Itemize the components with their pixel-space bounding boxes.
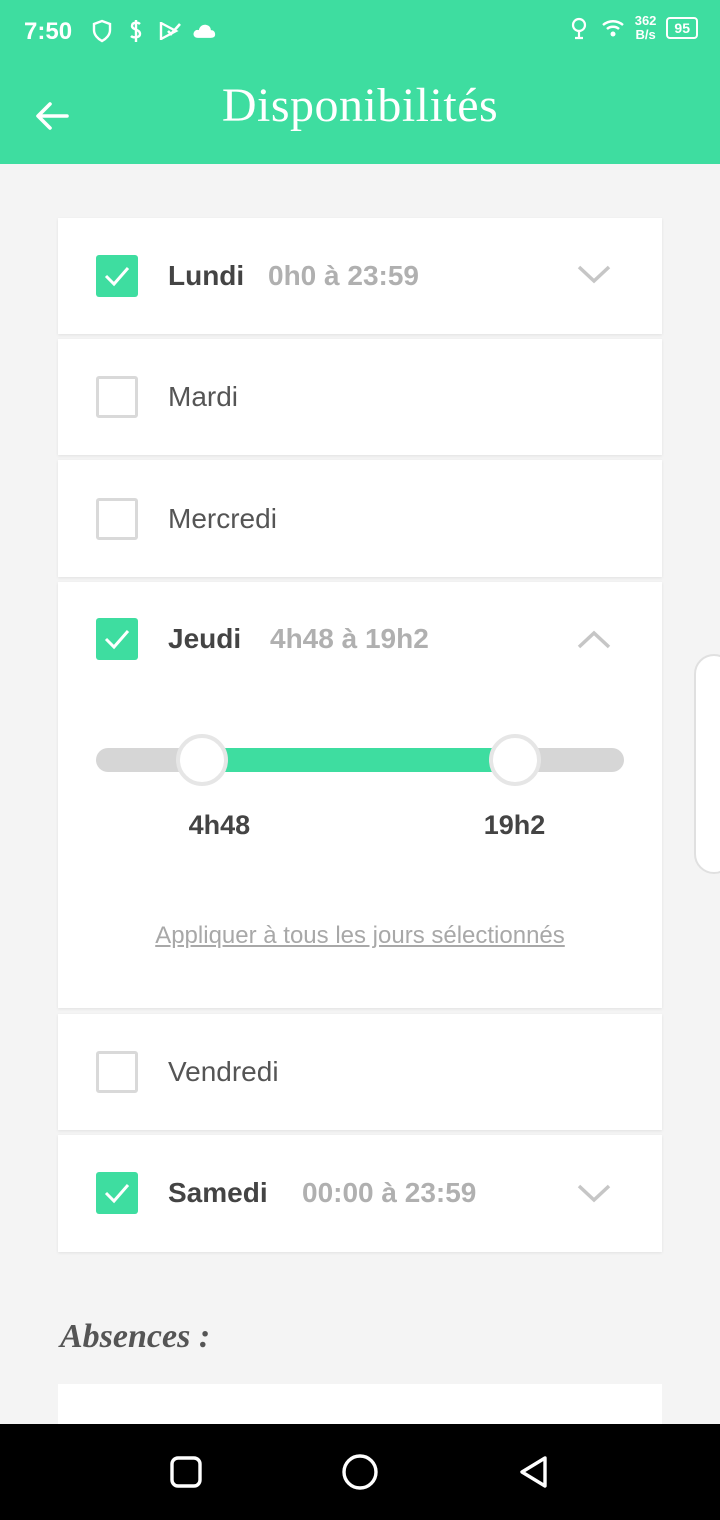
- dollar-icon: [124, 18, 148, 44]
- day-card-jeudi: Jeudi 4h48 à 19h2 4h48 19h2 Appliquer à …: [58, 582, 662, 1008]
- side-panel-handle[interactable]: [694, 654, 720, 874]
- checkmark-icon: [104, 267, 130, 287]
- slider-selected-range: [201, 748, 515, 772]
- slider-start-label: 4h48: [188, 810, 251, 840]
- day-label-samedi: Samedi: [168, 1177, 268, 1208]
- day-checkbox-samedi[interactable]: [96, 1172, 138, 1214]
- day-label-lundi: Lundi: [168, 260, 245, 291]
- net-speed-value: 362: [634, 13, 657, 28]
- day-row-vendredi[interactable]: Vendredi: [58, 1014, 662, 1130]
- page-title: Disponibilités: [221, 79, 499, 132]
- day-card-vendredi: Vendredi: [58, 1014, 662, 1130]
- chevron-up-icon[interactable]: [576, 628, 612, 652]
- net-speed: 362 B/s: [635, 14, 657, 42]
- day-card-samedi: Samedi 00:00 à 23:59: [58, 1135, 662, 1252]
- slider-end-handle[interactable]: [488, 734, 541, 786]
- system-navigation-bar: [0, 1424, 720, 1520]
- apply-to-all-link[interactable]: Appliquer à tous les jours sélectionnés: [58, 922, 662, 950]
- day-row-mercredi[interactable]: Mercredi: [58, 460, 662, 576]
- day-row-jeudi[interactable]: Jeudi 4h48 à 19h2: [58, 582, 662, 698]
- day-checkbox-vendredi[interactable]: [96, 1051, 138, 1093]
- day-label-jeudi: Jeudi: [168, 623, 242, 654]
- chevron-down-icon[interactable]: [576, 262, 612, 286]
- app-header: Disponibilités: [0, 64, 720, 164]
- battery-indicator: 95: [666, 17, 698, 39]
- net-speed-unit: B/s: [635, 27, 656, 42]
- back-nav-button[interactable]: [508, 1446, 560, 1498]
- day-range-samedi: 00:00 à 23:59: [302, 1177, 477, 1208]
- slider-start-handle[interactable]: [175, 734, 228, 786]
- day-card-lundi: Lundi 0h0 à 23:59: [58, 218, 662, 334]
- absence-card[interactable]: [58, 1384, 662, 1424]
- slider-end-label: 19h2: [483, 810, 546, 840]
- cloud-icon: [192, 18, 216, 44]
- status-time: 7:50: [24, 18, 73, 45]
- checkmark-icon: [104, 630, 130, 650]
- status-bar: 7:50 362 B/s 95: [0, 0, 720, 64]
- wifi-icon: [601, 15, 625, 41]
- shield-icon: [90, 18, 114, 44]
- day-range-jeudi: 4h48 à 19h2: [270, 623, 429, 654]
- day-checkbox-jeudi[interactable]: [96, 618, 138, 660]
- square-icon: [170, 1456, 202, 1488]
- check-flag-icon: [158, 18, 182, 44]
- day-label-mercredi: Mercredi: [168, 503, 277, 534]
- day-row-samedi[interactable]: Samedi 00:00 à 23:59: [58, 1135, 662, 1251]
- day-label-mardi: Mardi: [168, 381, 239, 412]
- day-checkbox-lundi[interactable]: [96, 255, 138, 297]
- day-card-mercredi: Mercredi: [58, 460, 662, 577]
- triangle-back-icon: [520, 1456, 547, 1488]
- day-checkbox-mardi[interactable]: [96, 376, 138, 418]
- day-checkbox-mercredi[interactable]: [96, 498, 138, 540]
- day-label-vendredi: Vendredi: [168, 1056, 279, 1087]
- day-row-lundi[interactable]: Lundi 0h0 à 23:59: [58, 218, 662, 334]
- day-row-mardi[interactable]: Mardi: [58, 339, 662, 455]
- day-range-lundi: 0h0 à 23:59: [268, 260, 419, 291]
- circle-icon: [342, 1454, 378, 1490]
- chevron-down-icon[interactable]: [576, 1181, 612, 1205]
- location-pin-icon: [567, 15, 591, 41]
- home-button[interactable]: [334, 1446, 386, 1498]
- day-card-mardi: Mardi: [58, 339, 662, 455]
- recent-apps-button[interactable]: [160, 1446, 212, 1498]
- absences-title: Absences :: [60, 1318, 211, 1355]
- checkmark-icon: [104, 1184, 130, 1204]
